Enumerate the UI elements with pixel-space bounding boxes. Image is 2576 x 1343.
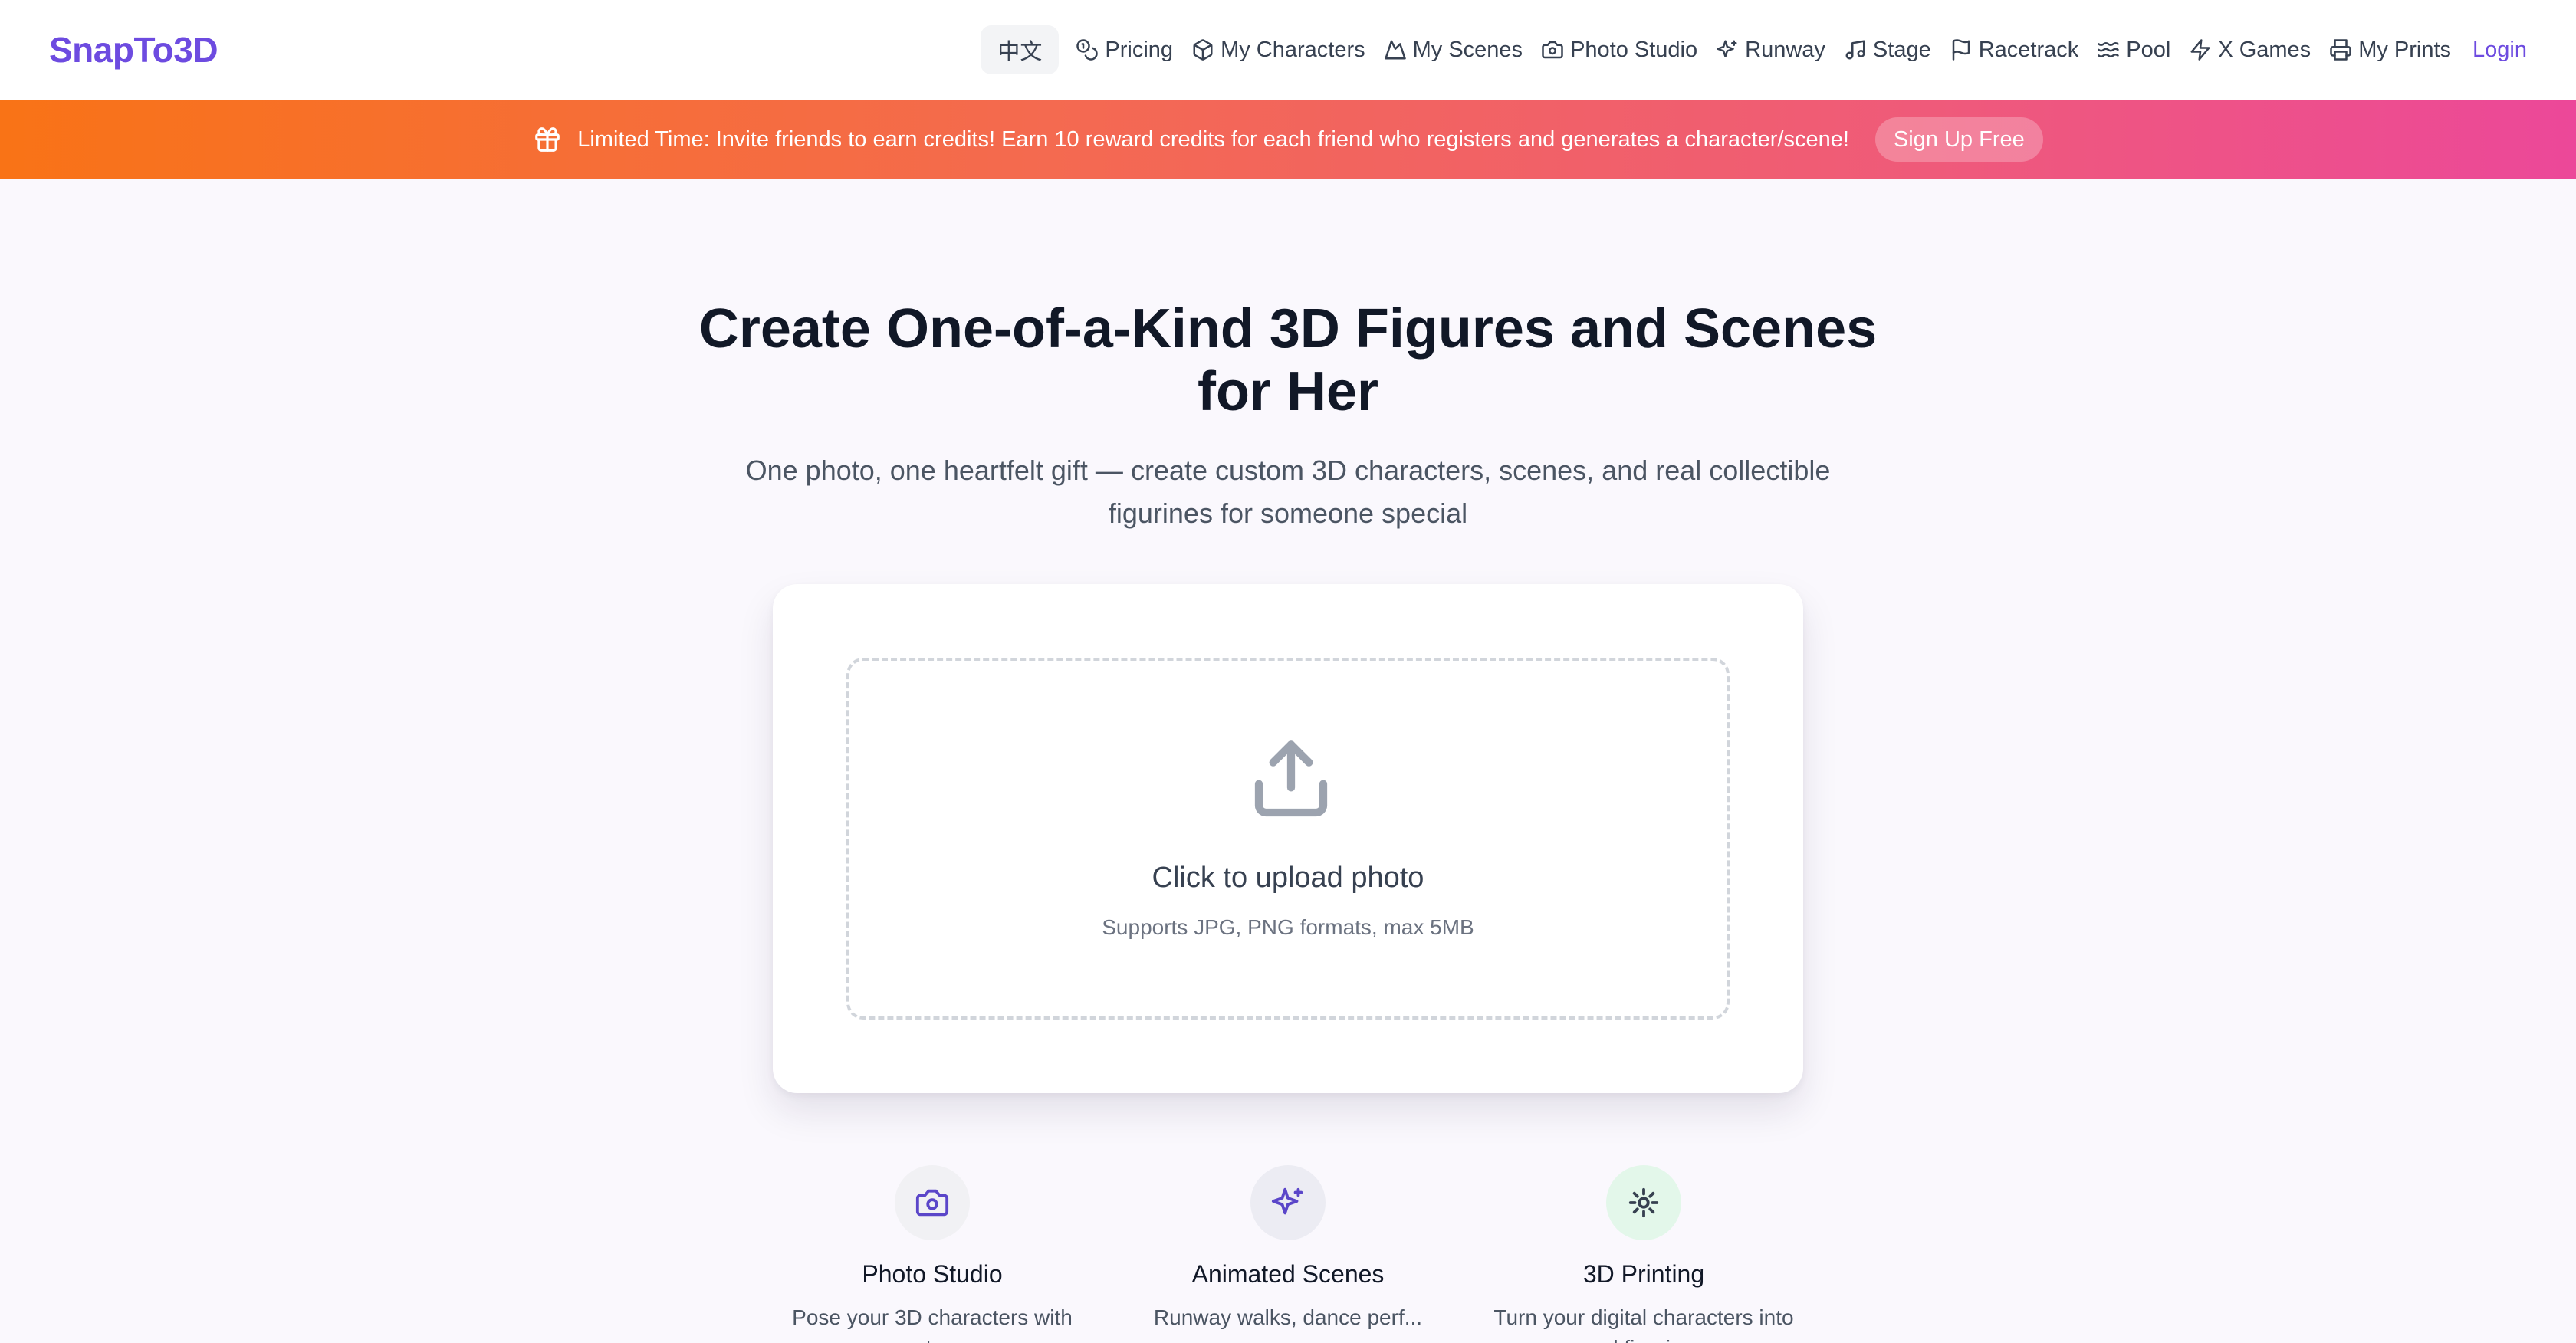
nav-item-label: Photo Studio xyxy=(1570,37,1698,62)
nav-item-label: X Games xyxy=(2218,37,2312,62)
waves-icon xyxy=(2098,42,2120,57)
language-toggle-button[interactable]: 中文 xyxy=(981,25,1060,74)
feature-description: Runway walks, dance perf... xyxy=(1153,1305,1423,1329)
main-nav: 中文 Pricing My Characters My Scenes Photo… xyxy=(981,25,2527,74)
nav-item-photo-studio[interactable]: Photo Studio xyxy=(1541,38,1697,63)
nav-item-label: Racetrack xyxy=(1978,37,2079,62)
sign-up-free-button[interactable]: Sign Up Free xyxy=(1875,117,2043,162)
camera-icon xyxy=(1542,41,1563,59)
page-title: Create One-of-a-Kind 3D Figures and Scen… xyxy=(698,298,1878,422)
camera-icon xyxy=(915,1189,949,1217)
nav-item-label: My Scenes xyxy=(1412,37,1523,62)
music-note-icon xyxy=(1845,40,1865,60)
nav-item-x-games[interactable]: X Games xyxy=(2189,38,2311,63)
feature-title: 3D Printing xyxy=(1582,1260,1705,1288)
upload-format-hint: Supports JPG, PNG formats, max 5MB xyxy=(1102,915,1474,939)
feature-icon-badge xyxy=(895,1165,970,1240)
sparkles-icon xyxy=(1271,1187,1303,1215)
promo-banner: Limited Time: Invite friends to earn cre… xyxy=(0,100,2576,179)
nav-item-label: Pricing xyxy=(1105,37,1174,62)
feature-title: Animated Scenes xyxy=(1191,1260,1385,1288)
promo-text: Limited Time: Invite friends to earn cre… xyxy=(577,126,1849,152)
upload-icon xyxy=(1254,740,1328,817)
nav-item-label: My Prints xyxy=(2358,37,2452,62)
photo-dropzone[interactable]: Click to upload photo Supports JPG, PNG … xyxy=(846,658,1730,1020)
top-navbar: SnapTo3D 中文 Pricing My Characters My Sce… xyxy=(0,0,2576,100)
flag-icon xyxy=(1952,39,1970,61)
printer-icon xyxy=(1628,1187,1659,1218)
nav-item-runway[interactable]: Runway xyxy=(1716,38,1825,63)
gift-icon xyxy=(535,127,560,152)
feature-icon-badge xyxy=(1606,1165,1681,1240)
nav-item-label: Pool xyxy=(2126,37,2171,62)
login-link[interactable]: Login xyxy=(2472,38,2527,63)
nav-item-my-prints[interactable]: My Prints xyxy=(2329,38,2451,63)
nav-item-label: Runway xyxy=(1745,37,1825,62)
lightning-icon xyxy=(2190,39,2210,61)
nav-item-stage[interactable]: Stage xyxy=(1844,38,1931,63)
printer-icon xyxy=(2330,39,2351,61)
feature-icon-badge xyxy=(1250,1165,1326,1240)
mountain-icon xyxy=(1384,40,1406,60)
feature-photo-studio[interactable]: Photo Studio Pose your 3D characters wit… xyxy=(779,1165,1086,1343)
cube-icon xyxy=(1193,39,1213,61)
nav-item-my-characters[interactable]: My Characters xyxy=(1191,38,1365,63)
coins-icon xyxy=(1076,39,1099,61)
feature-description: Pose your 3D characters with st... xyxy=(792,1305,1073,1343)
logo[interactable]: SnapTo3D xyxy=(49,29,219,71)
upload-title: Click to upload photo xyxy=(1152,862,1424,894)
nav-item-pricing[interactable]: Pricing xyxy=(1076,38,1173,63)
feature-animated-scenes[interactable]: Animated Scenes Runway walks, dance perf… xyxy=(1135,1165,1441,1333)
nav-item-pool[interactable]: Pool xyxy=(2097,38,2170,63)
sparkles-icon xyxy=(1717,40,1737,57)
feature-title: Photo Studio xyxy=(862,1260,1003,1288)
nav-item-my-scenes[interactable]: My Scenes xyxy=(1384,38,1523,63)
nav-item-racetrack[interactable]: Racetrack xyxy=(1950,37,2079,63)
nav-item-label: Stage xyxy=(1872,37,1931,62)
feature-description: Turn your digital characters into real f… xyxy=(1493,1305,1794,1343)
nav-item-label: My Characters xyxy=(1221,37,1365,62)
feature-3d-printing[interactable]: 3D Printing Turn your digital characters… xyxy=(1490,1165,1797,1343)
upload-card: Click to upload photo Supports JPG, PNG … xyxy=(773,584,1803,1093)
page-subtitle: One photo, one heartfelt gift — create c… xyxy=(745,455,1831,529)
